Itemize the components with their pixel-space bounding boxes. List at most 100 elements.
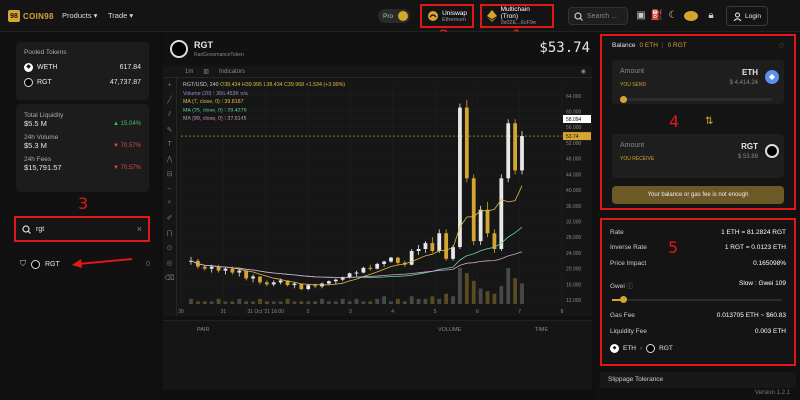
- wallet-selector[interactable]: Multichain (Tron) 0x02E...6cF9e: [480, 4, 554, 28]
- stat-value: $15,791.57: [24, 163, 62, 172]
- candle-body: [464, 107, 469, 179]
- theme-toggle[interactable]: ☾: [666, 9, 680, 23]
- send-token[interactable]: ETH: [742, 68, 758, 77]
- camera-icon[interactable]: ◉: [581, 68, 586, 75]
- token-search-box[interactable]: rgt ×: [14, 216, 150, 242]
- ruler-icon[interactable]: ✐: [167, 214, 173, 222]
- send-amount-label: Amount: [620, 68, 645, 75]
- login-button[interactable]: Login: [726, 6, 768, 26]
- eth-icon: ◆: [765, 70, 779, 84]
- balance-eth: 0 ETH: [639, 42, 658, 49]
- lock-drawing-icon[interactable]: ⊙: [167, 244, 173, 252]
- dex-selector[interactable]: Uniswap Ethereum: [420, 4, 474, 28]
- interval-selector[interactable]: 1m: [185, 69, 193, 75]
- volume-bar: [209, 301, 214, 304]
- candle-body: [458, 107, 462, 248]
- measure-icon[interactable]: ⊟: [167, 170, 173, 178]
- eth-icon: ◆: [610, 344, 619, 353]
- swap-error-button[interactable]: Your balance or gas fee is not enough: [612, 186, 784, 204]
- receive-field[interactable]: Amount YOU RECEIVE RGT $ 53.89: [612, 134, 784, 178]
- info-rate: Rate 1 ETH = 81.2824 RGT: [610, 229, 786, 236]
- pitchfork-icon[interactable]: ⫽: [168, 111, 171, 119]
- gwei-slider[interactable]: [612, 296, 782, 303]
- y-tick-label: 44.000: [566, 172, 582, 178]
- swap-error-text: Your balance or gas fee is not enough: [647, 192, 749, 198]
- brand-logo[interactable]: 98 COIN98: [8, 10, 54, 22]
- crosshair-icon[interactable]: +: [167, 82, 171, 89]
- candlestick-chart[interactable]: 64.000 60.00058.094 56.000 53.7452.000 48.00…: [177, 78, 592, 316]
- search-icon: [22, 224, 31, 234]
- pattern-icon[interactable]: ⋀: [167, 155, 173, 163]
- stat-value: $5.3 M: [24, 141, 47, 150]
- clear-search-icon[interactable]: ×: [137, 224, 142, 234]
- info-gas-fee: Gas Fee 0.013705 ETH ~ $60.83: [610, 312, 786, 319]
- lock-icon[interactable]: 🔒︎: [704, 9, 718, 23]
- stat-change: ▲ 15.04%: [113, 120, 141, 127]
- nav-products[interactable]: Products ▾: [62, 11, 97, 20]
- token-result-symbol: RGT: [45, 260, 60, 268]
- pooled-tokens-title: Pooled Tokens: [24, 49, 67, 56]
- x-tick-label: 8: [561, 309, 564, 315]
- pro-toggle[interactable]: Pro: [378, 9, 410, 23]
- pair-name: RariGovernanceToken: [194, 52, 244, 58]
- x-tick-label: 7: [518, 309, 521, 315]
- volume-bar: [216, 298, 221, 304]
- dex-chain: Ethereum: [442, 16, 466, 23]
- slippage-row[interactable]: Slippage Tolerance: [600, 372, 796, 388]
- candle-body: [354, 272, 359, 274]
- volume-bar: [458, 268, 462, 304]
- nav-trade[interactable]: Trade ▾: [108, 11, 133, 20]
- login-label: Login: [745, 12, 761, 20]
- candle-body: [520, 136, 524, 171]
- pro-label: Pro: [383, 12, 394, 20]
- receive-token[interactable]: RGT: [741, 142, 758, 151]
- swap-direction-icon[interactable]: ⇅: [705, 116, 713, 127]
- candle-body: [264, 282, 269, 285]
- volume-bar: [299, 301, 304, 304]
- trendline-icon[interactable]: ╱: [167, 96, 171, 104]
- global-search[interactable]: Search ...: [568, 7, 628, 25]
- indicators-button[interactable]: Indicators: [219, 69, 245, 75]
- stat-change: ▼ 70.57%: [113, 164, 141, 171]
- shield-icon[interactable]: ⛉: [20, 259, 26, 269]
- eye-icon[interactable]: ◎: [166, 259, 172, 267]
- zoom-icon[interactable]: ⌕: [168, 199, 172, 207]
- refresh-icon[interactable]: ◌: [779, 40, 784, 50]
- rgt-icon: [765, 144, 779, 158]
- trades-header-pair: PAIR: [197, 327, 210, 333]
- y-tick-label: 58.094: [566, 117, 582, 123]
- brush-icon[interactable]: ✎: [167, 126, 173, 134]
- trash-icon[interactable]: ⌫: [165, 274, 175, 282]
- magnet-icon[interactable]: ⋂: [167, 229, 173, 237]
- volume-bar: [189, 298, 193, 304]
- candle-body: [478, 209, 483, 242]
- search-icon: [574, 11, 583, 21]
- volume-bar: [402, 301, 407, 304]
- token-search-input[interactable]: rgt: [36, 226, 132, 233]
- wallet-name: Multichain (Tron): [500, 6, 530, 20]
- volume-bar: [258, 298, 262, 304]
- swap-panel: Balance 0 ETH | 0 RGT ◌ Amount YOU SEND …: [600, 34, 796, 210]
- version-label: Version 1.2.1: [754, 390, 790, 396]
- route-to: RGT: [659, 345, 673, 352]
- x-tick-label: 6: [476, 309, 479, 315]
- wallet-icon[interactable]: ▣: [634, 9, 648, 23]
- pooled-tokens-card: Pooled Tokens ◆ WETH 617.84 RGT 47,737.8…: [16, 42, 149, 100]
- y-tick-label: 64.000: [566, 94, 582, 100]
- receive-usd: $ 53.89: [737, 154, 758, 160]
- candle-body: [499, 178, 504, 249]
- volume-bar: [416, 298, 421, 304]
- amount-slider[interactable]: [620, 96, 772, 103]
- stat-label: 24h Volume: [24, 134, 59, 141]
- pooled-token-symbol: WETH: [37, 64, 58, 71]
- volume-bar: [237, 298, 242, 304]
- gas-pump-icon[interactable]: ⛽: [650, 9, 664, 23]
- candle-body: [313, 285, 318, 287]
- text-icon[interactable]: T: [167, 141, 171, 148]
- pooled-token-amount: 47,737.87: [109, 79, 141, 86]
- x-tick-label: 3: [349, 309, 352, 315]
- slider-handle[interactable]: [620, 96, 627, 103]
- back-icon[interactable]: ←: [166, 185, 173, 192]
- candle-type-icon[interactable]: ▥: [203, 68, 209, 75]
- gwei-slider-handle[interactable]: [620, 296, 627, 303]
